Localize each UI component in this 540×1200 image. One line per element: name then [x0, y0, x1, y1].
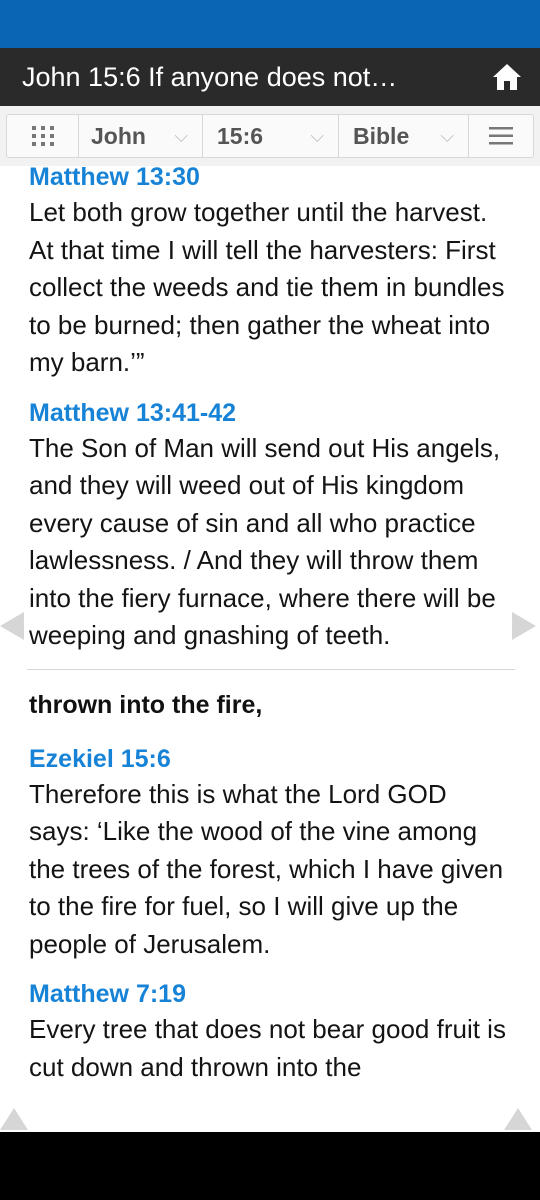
chevron-down-icon: ⌵: [174, 125, 188, 146]
cross-reference-entry: Matthew 13:30 Let both grow together unt…: [29, 166, 513, 382]
scroll-up-arrow-icon[interactable]: [0, 1108, 28, 1130]
cross-reference-entry: Matthew 13:41-42 The Son of Man will sen…: [29, 396, 513, 655]
content-area[interactable]: Matthew 13:30 Let both grow together unt…: [0, 166, 540, 1132]
chevron-down-icon: ⌵: [310, 125, 324, 146]
version-select-value: Bible: [353, 122, 410, 149]
verse-select-value: 15:6: [217, 122, 264, 149]
system-navigation-bar: [0, 1132, 540, 1200]
book-select[interactable]: John ⌵: [79, 115, 203, 157]
cross-reference-entry: Ezekiel 15:6 Therefore this is what the …: [29, 742, 513, 964]
title-bar: John 15:6 If anyone does not…: [0, 48, 540, 106]
cross-reference-link[interactable]: Ezekiel 15:6: [29, 742, 513, 776]
hamburger-menu-button[interactable]: [469, 115, 533, 157]
previous-chapter-arrow-icon[interactable]: [0, 612, 24, 640]
navigation-selector-group: John ⌵ 15:6 ⌵ Bible ⌵: [6, 114, 534, 158]
navigation-bar: John ⌵ 15:6 ⌵ Bible ⌵: [0, 106, 540, 166]
status-bar: [0, 0, 540, 48]
section-divider: [27, 668, 515, 670]
cross-reference-link[interactable]: Matthew 13:30: [29, 166, 513, 194]
cross-reference-link[interactable]: Matthew 7:19: [29, 977, 513, 1011]
chevron-down-icon: ⌵: [440, 125, 454, 146]
verse-text: Every tree that does not bear good fruit…: [29, 1014, 506, 1082]
grid-menu-button[interactable]: [7, 115, 79, 157]
verse-text: Therefore this is what the Lord GOD says…: [29, 778, 504, 959]
cross-reference-entry: Matthew 7:19 Every tree that does not be…: [29, 977, 513, 1086]
next-chapter-arrow-icon[interactable]: [512, 612, 536, 640]
verse-select[interactable]: 15:6 ⌵: [203, 115, 339, 157]
cross-reference-link[interactable]: Matthew 13:41-42: [29, 396, 513, 430]
verse-text: The Son of Man will send out His angels,…: [29, 432, 501, 651]
home-button[interactable]: [490, 60, 524, 94]
page-title: John 15:6 If anyone does not…: [22, 61, 398, 92]
hamburger-menu-icon: [489, 127, 513, 145]
book-select-value: John: [91, 122, 146, 149]
grid-icon: [31, 126, 54, 146]
content-column: Matthew 13:30 Let both grow together unt…: [27, 166, 515, 1100]
home-icon: [493, 64, 521, 90]
section-heading: thrown into the fire,: [29, 690, 263, 719]
scroll-up-arrow-icon[interactable]: [504, 1108, 532, 1130]
verse-text: Let both grow together until the harvest…: [29, 197, 505, 377]
version-select[interactable]: Bible ⌵: [339, 115, 469, 157]
